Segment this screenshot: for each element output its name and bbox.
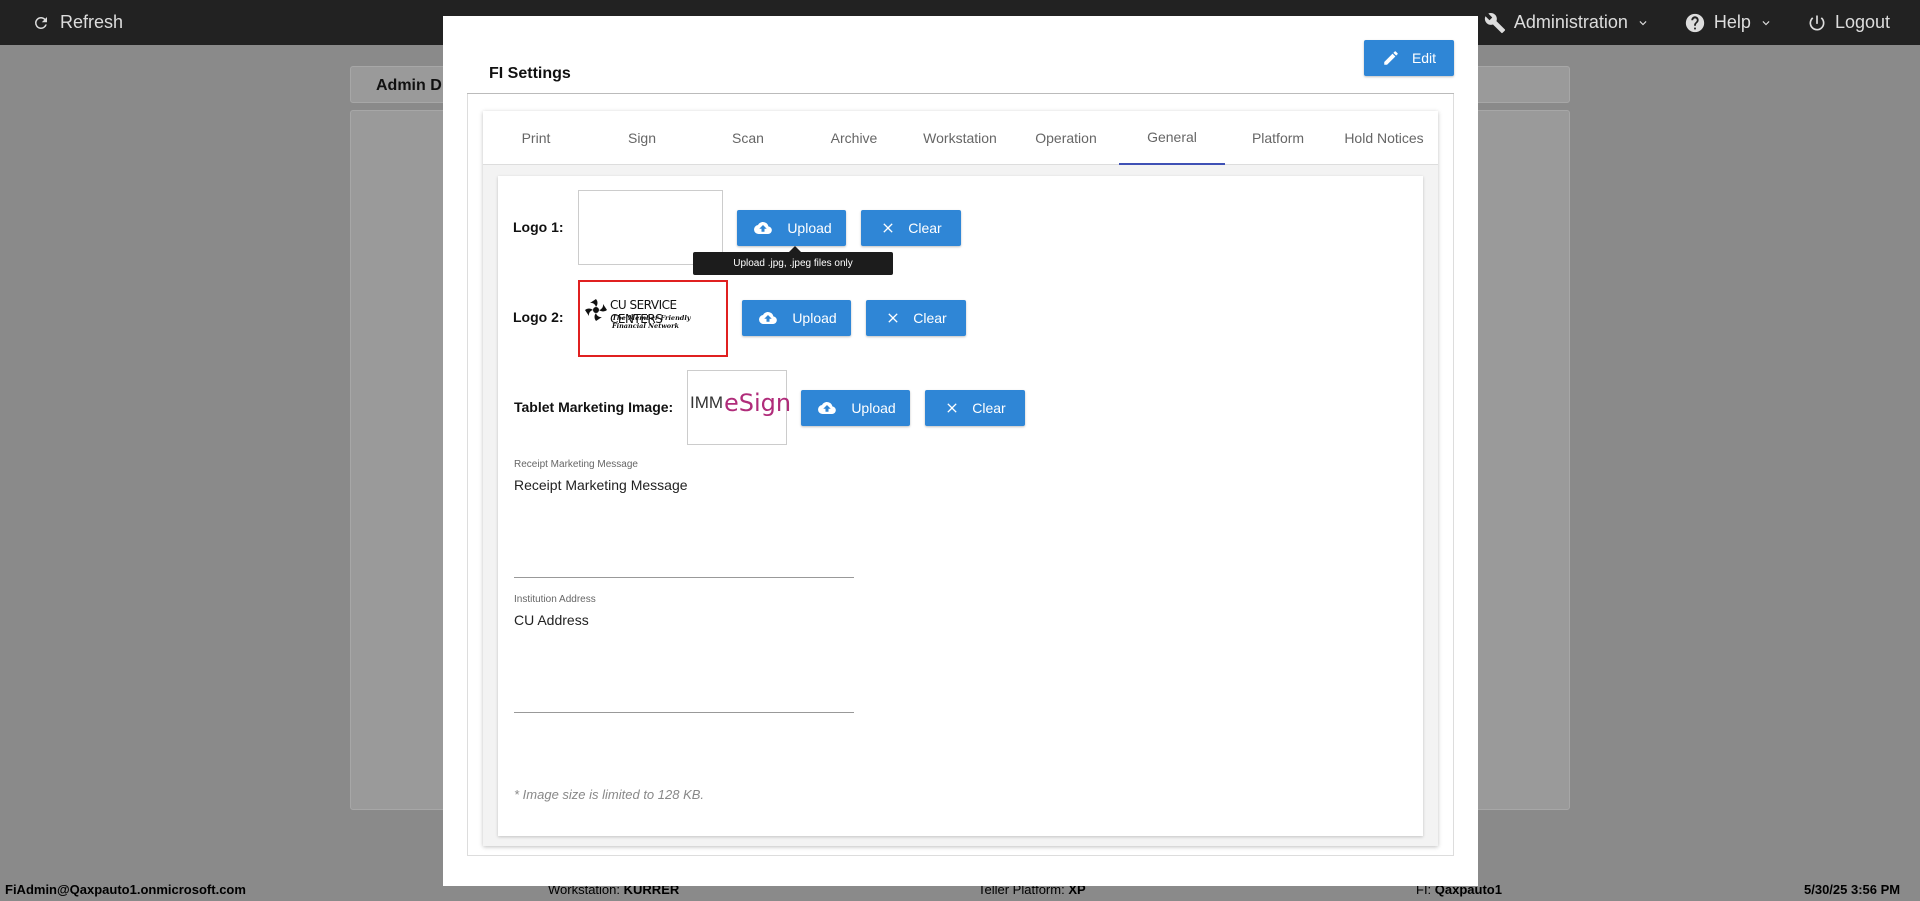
- tab-sign[interactable]: Sign: [589, 111, 695, 165]
- help-label: Help: [1713, 12, 1751, 32]
- close-icon: [947, 403, 957, 413]
- upload-label: Upload: [792, 310, 837, 326]
- tab-archive[interactable]: Archive: [801, 111, 907, 165]
- logo2-clear-button[interactable]: Clear: [866, 300, 966, 336]
- refresh-button[interactable]: Refresh: [32, 0, 123, 45]
- chevron-down-icon: [1639, 20, 1647, 25]
- tablet-logo-brand: eSign: [724, 389, 792, 417]
- close-icon: [888, 313, 898, 323]
- tablet-logo-prefix: IMM: [690, 393, 724, 412]
- logo1-clear-button[interactable]: Clear: [861, 210, 961, 246]
- modal-title: FI Settings: [489, 65, 571, 82]
- wrench-icon: [1484, 12, 1505, 33]
- chevron-down-icon: [1762, 20, 1770, 25]
- power-icon: [1809, 15, 1825, 31]
- clear-label: Clear: [908, 220, 942, 236]
- edit-button[interactable]: Edit: [1364, 40, 1454, 76]
- logo1-label: Logo 1:: [513, 219, 564, 235]
- tab-general[interactable]: General: [1119, 111, 1225, 165]
- cu-service-centers-logo: CU SERVICE CENTERS The Member Friendly F…: [584, 294, 724, 336]
- tablet-marketing-label: Tablet Marketing Image:: [514, 399, 674, 415]
- close-icon: [883, 223, 893, 233]
- logo2-preview: CU SERVICE CENTERS The Member Friendly F…: [578, 280, 728, 357]
- administration-menu[interactable]: Administration: [1484, 12, 1650, 34]
- pencil-icon: [1384, 51, 1398, 65]
- refresh-label: Refresh: [60, 12, 124, 32]
- help-icon: [1685, 13, 1705, 32]
- cloud-upload-icon: [759, 312, 778, 324]
- cloud-upload-icon: [754, 222, 773, 234]
- help-menu[interactable]: Help: [1684, 12, 1773, 34]
- tab-bar: Print Sign Scan Archive Workstation Oper…: [483, 111, 1438, 165]
- image-size-note: * Image size is limited to 128 KB.: [514, 787, 705, 802]
- upload-label: Upload: [851, 400, 896, 416]
- institution-address-label: Institution Address: [514, 594, 596, 605]
- logout-label: Logout: [1834, 12, 1890, 32]
- footer-user: FiAdmin@Qaxpauto1.onmicrosoft.com: [5, 882, 246, 897]
- tablet-clear-button[interactable]: Clear: [925, 390, 1025, 426]
- refresh-icon: [35, 16, 47, 29]
- tablet-marketing-preview: IMM eSign: [687, 370, 791, 445]
- tab-platform[interactable]: Platform: [1225, 111, 1331, 165]
- logo2-upload-button[interactable]: Upload: [742, 300, 851, 336]
- footer-datetime: 5/30/25 3:56 PM: [1804, 882, 1901, 897]
- upload-tooltip: Upload .jpg, .jpeg files only: [693, 246, 893, 275]
- tab-workstation[interactable]: Workstation: [907, 111, 1013, 165]
- admin-panel-title: Admin D: [376, 77, 442, 94]
- logo2-text-line2: The Member Friendly Financial Network: [612, 314, 691, 330]
- tab-scan[interactable]: Scan: [695, 111, 801, 165]
- cloud-upload-icon: [818, 402, 837, 414]
- general-tab-content: [498, 176, 1423, 836]
- clear-label: Clear: [972, 400, 1006, 416]
- institution-address-field[interactable]: CU Address: [514, 612, 589, 628]
- receipt-message-field[interactable]: Receipt Marketing Message: [514, 477, 688, 493]
- tab-hold-notices[interactable]: Hold Notices: [1331, 111, 1437, 165]
- logo2-label: Logo 2:: [513, 309, 564, 325]
- tablet-upload-button[interactable]: Upload: [801, 390, 910, 426]
- tab-operation[interactable]: Operation: [1013, 111, 1119, 165]
- receipt-message-label: Receipt Marketing Message: [514, 459, 638, 470]
- modal-header: FI Settings: [467, 40, 1454, 94]
- institution-address-underline: [514, 712, 854, 713]
- edit-label: Edit: [1411, 50, 1437, 66]
- tab-print[interactable]: Print: [483, 111, 589, 165]
- logout-button[interactable]: Logout: [1807, 12, 1890, 33]
- receipt-message-underline: [514, 577, 854, 578]
- clear-label: Clear: [913, 310, 947, 326]
- fi-settings-modal: FI Settings Edit Print Sign Scan Archive…: [443, 16, 1478, 886]
- cu-swirl-icon: [585, 299, 607, 321]
- administration-label: Administration: [1513, 12, 1628, 32]
- upload-label: Upload: [787, 220, 832, 236]
- logo1-upload-button[interactable]: Upload: [737, 210, 846, 246]
